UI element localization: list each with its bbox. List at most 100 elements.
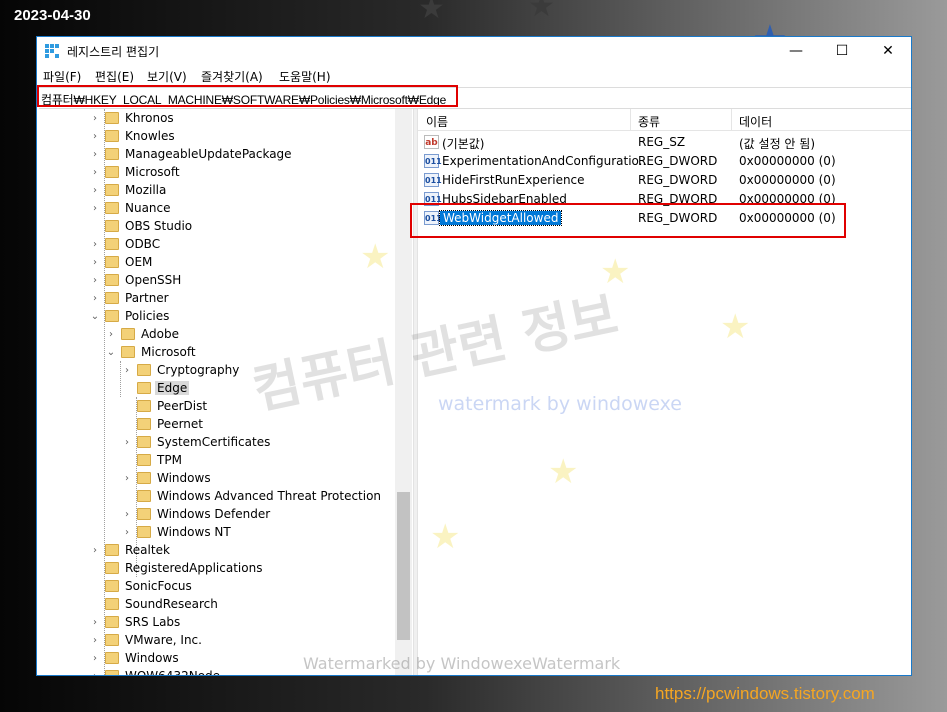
tree-item[interactable]: › Partner [89, 289, 171, 307]
chevron-right-icon[interactable]: › [89, 149, 101, 160]
tree-item[interactable]: Windows Advanced Threat Protection [121, 487, 383, 505]
chevron-right-icon[interactable]: › [89, 239, 101, 250]
chevron-right-icon[interactable]: › [89, 113, 101, 124]
chevron-right-icon[interactable]: › [121, 473, 133, 484]
chevron-down-icon[interactable]: ⌄ [89, 311, 101, 322]
menu-help[interactable]: 도움말(H) [279, 68, 331, 85]
chevron-right-icon[interactable]: › [89, 653, 101, 664]
tree-item[interactable]: RegisteredApplications [89, 559, 264, 577]
folder-icon [105, 292, 119, 304]
folder-icon [105, 598, 119, 610]
tree-item[interactable]: › Nuance [89, 199, 173, 217]
folder-icon [137, 364, 151, 376]
tree-item[interactable]: OBS Studio [89, 217, 194, 235]
tree-item[interactable]: › OpenSSH [89, 271, 183, 289]
folder-icon [105, 616, 119, 628]
chevron-right-icon[interactable]: › [89, 257, 101, 268]
value-row[interactable]: ab (기본값) REG_SZ (값 설정 안 됨) [418, 133, 911, 152]
folder-icon [105, 130, 119, 142]
tree-item-label: Realtek [125, 543, 170, 557]
folder-icon [105, 184, 119, 196]
chevron-right-icon[interactable]: › [121, 509, 133, 520]
tree-item[interactable]: › Realtek [89, 541, 172, 559]
tree-item-label: ODBC [125, 237, 161, 251]
value-name: ExperimentationAndConfiguratio... [442, 154, 651, 168]
tree-item[interactable]: ⌄ Policies [89, 307, 171, 325]
tree-item[interactable]: › Adobe [105, 325, 181, 343]
chevron-right-icon[interactable]: › [105, 329, 117, 340]
tree-item[interactable]: › Cryptography [121, 361, 241, 379]
tree-item-label: Mozilla [125, 183, 167, 197]
tree-item[interactable]: › WOW6432Node [89, 667, 222, 675]
tree-item[interactable]: › Mozilla [89, 181, 168, 199]
column-name[interactable]: 이름 [426, 113, 448, 130]
chevron-right-icon[interactable]: › [89, 545, 101, 556]
tree-item-label: Knowles [125, 129, 175, 143]
title-bar[interactable]: 레지스트리 편집기 — ☐ ✕ [37, 37, 911, 65]
tree-item[interactable]: › ManageableUpdatePackage [89, 145, 294, 163]
tree-item[interactable]: SonicFocus [89, 577, 194, 595]
value-row[interactable]: 011 ExperimentationAndConfiguratio... REG_… [418, 152, 911, 171]
chevron-right-icon[interactable]: › [89, 617, 101, 628]
tree-item[interactable]: SoundResearch [89, 595, 220, 613]
tree-item-label: Windows [125, 651, 179, 665]
close-button[interactable]: ✕ [865, 37, 911, 65]
tree-item[interactable]: › Microsoft [89, 163, 182, 181]
tree-item[interactable]: › Windows [121, 469, 213, 487]
folder-icon [137, 526, 151, 538]
watermark-bottom: Watermarked by WindowexeWatermark [303, 654, 621, 673]
tree-item[interactable]: › VMware, Inc. [89, 631, 204, 649]
menu-edit[interactable]: 편집(E) [95, 68, 134, 85]
tree-item[interactable]: › ODBC [89, 235, 162, 253]
folder-icon [105, 310, 119, 322]
chevron-right-icon[interactable]: › [121, 527, 133, 538]
tree-item[interactable]: Peernet [121, 415, 205, 433]
column-data[interactable]: 데이터 [739, 113, 772, 130]
tree-item[interactable]: › OEM [89, 253, 154, 271]
tree-item[interactable]: › SystemCertificates [121, 433, 272, 451]
maximize-button[interactable]: ☐ [819, 37, 865, 65]
folder-icon [105, 166, 119, 178]
address-highlight-box [37, 85, 458, 107]
minimize-button[interactable]: — [773, 37, 819, 65]
chevron-right-icon[interactable]: › [89, 275, 101, 286]
chevron-down-icon[interactable]: ⌄ [105, 347, 117, 358]
tree-item[interactable]: › SRS Labs [89, 613, 182, 631]
tree-item[interactable]: Edge [121, 379, 190, 397]
tree-item[interactable]: › Windows NT [121, 523, 233, 541]
chevron-right-icon[interactable]: › [89, 635, 101, 646]
chevron-right-icon[interactable]: › [89, 167, 101, 178]
tree-item[interactable]: TPM [121, 451, 184, 469]
menu-view[interactable]: 보기(V) [147, 68, 187, 85]
menu-file[interactable]: 파일(F) [43, 68, 81, 85]
chevron-right-icon[interactable]: › [89, 293, 101, 304]
tree-item[interactable]: › Windows [89, 649, 181, 667]
chevron-right-icon[interactable]: › [89, 671, 101, 676]
tree-scroll-thumb[interactable] [397, 492, 410, 640]
folder-icon [105, 112, 119, 124]
chevron-right-icon[interactable]: › [121, 437, 133, 448]
string-value-icon: ab [424, 135, 439, 149]
chevron-right-icon[interactable]: › [89, 203, 101, 214]
values-list-pane[interactable]: 이름 종류 데이터 ab (기본값) REG_SZ (값 설정 안 됨) 011 Expe… [418, 109, 911, 675]
chevron-right-icon[interactable]: › [89, 185, 101, 196]
chevron-right-icon[interactable]: › [89, 131, 101, 142]
tree-item[interactable]: PeerDist [121, 397, 209, 415]
tree-item-label: RegisteredApplications [125, 561, 263, 575]
column-type[interactable]: 종류 [638, 113, 660, 130]
star-icon: ★ [548, 452, 579, 492]
folder-icon [137, 382, 151, 394]
folder-icon [105, 256, 119, 268]
chevron-right-icon[interactable]: › [121, 365, 133, 376]
tree-item[interactable]: › Windows Defender [121, 505, 272, 523]
menu-favorites[interactable]: 즐겨찾기(A) [201, 68, 263, 85]
tree-item[interactable]: › Khronos [89, 109, 176, 127]
menu-bar: 파일(F) 편집(E) 보기(V) 즐겨찾기(A) 도움말(H) [37, 65, 911, 87]
tree-item-label: SystemCertificates [157, 435, 271, 449]
tree-item-label: Khronos [125, 111, 174, 125]
tree-item[interactable]: › Knowles [89, 127, 177, 145]
value-row[interactable]: 011 HideFirstRunExperience REG_DWORD 0x0000… [418, 171, 911, 190]
star-icon: ★ [720, 307, 751, 347]
star-icon: ★ [418, 0, 445, 26]
tree-item[interactable]: ⌄ Microsoft [105, 343, 198, 361]
